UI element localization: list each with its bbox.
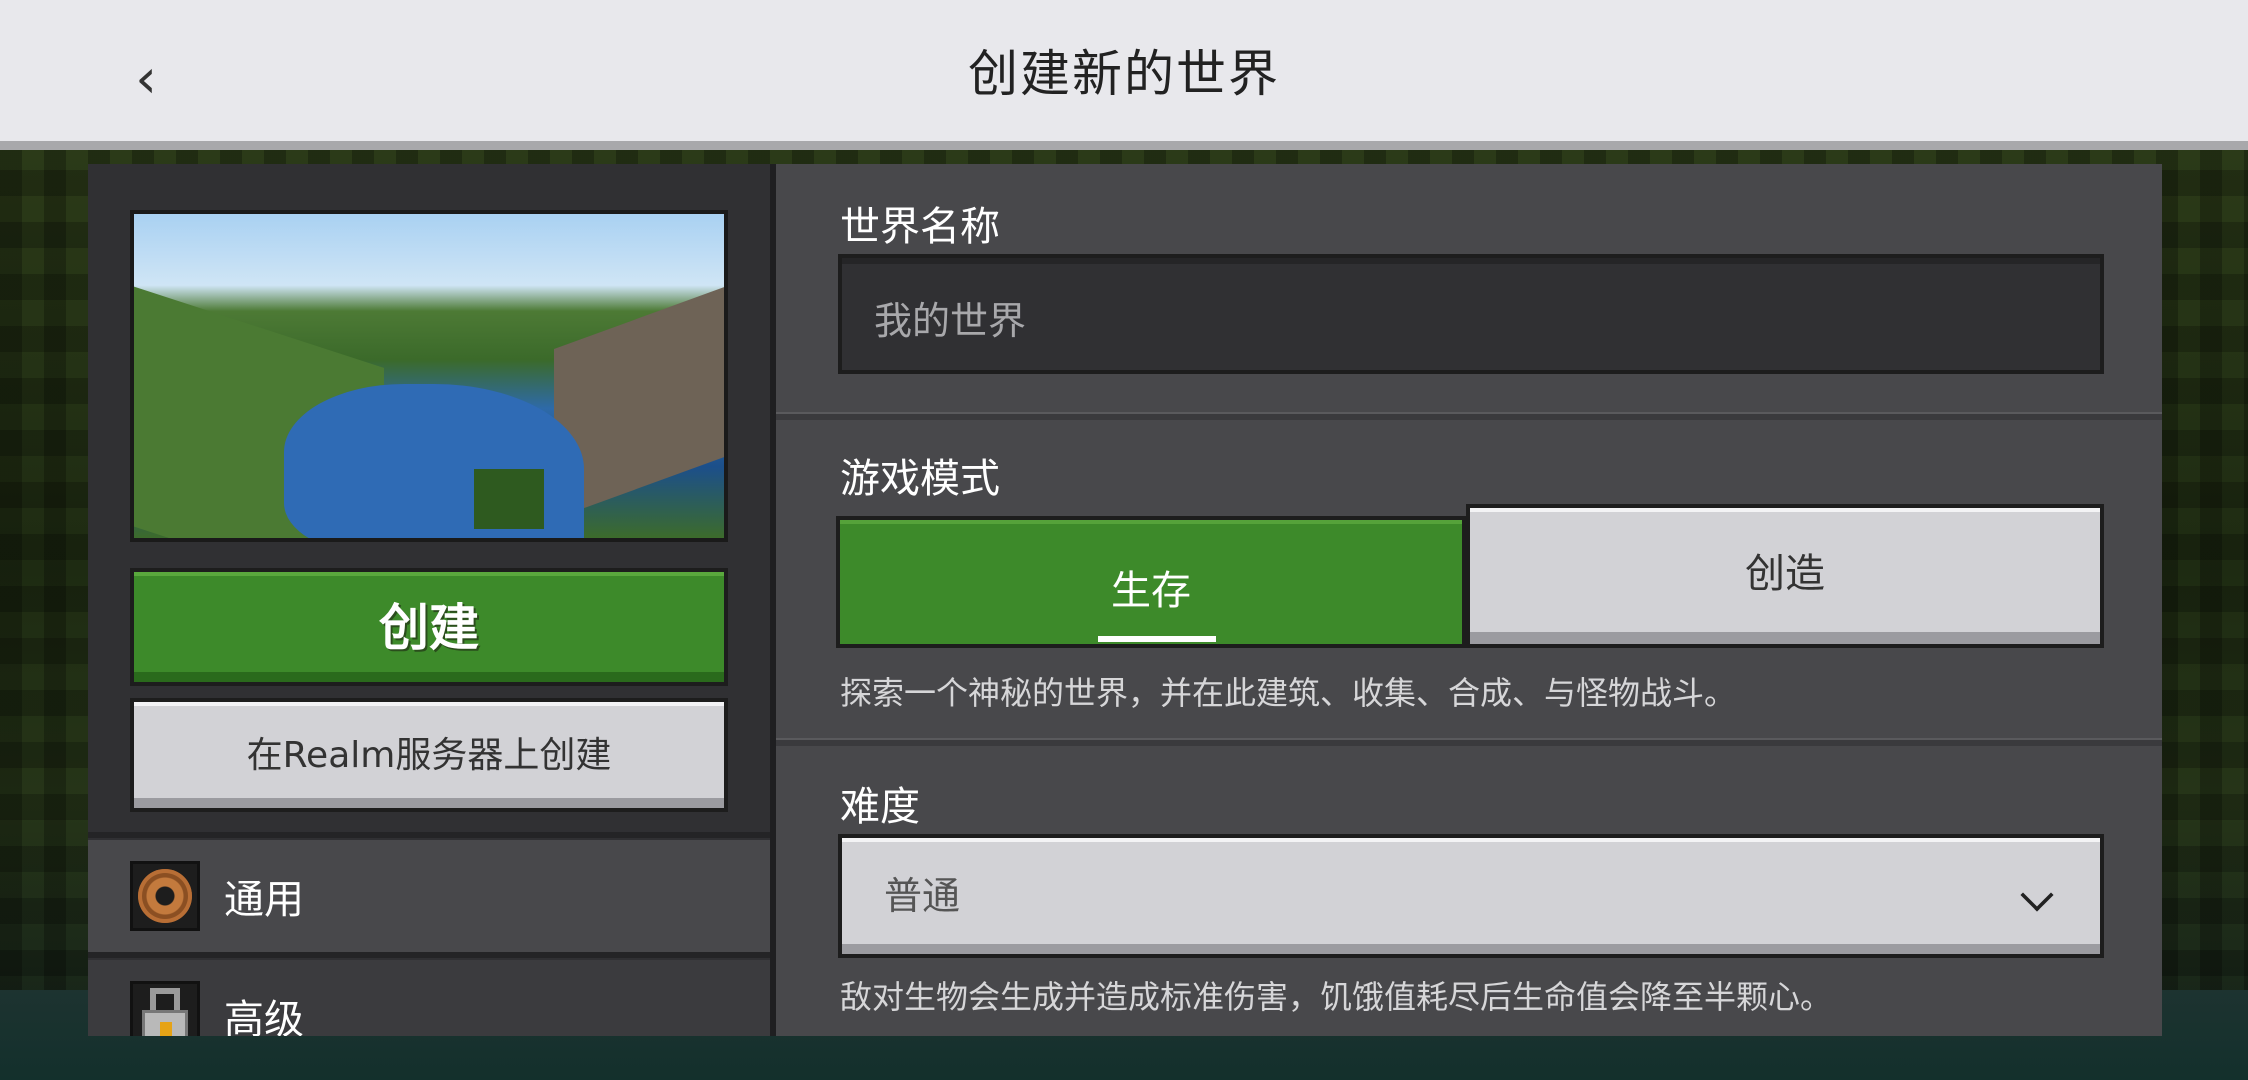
game-mode-description: 探索一个神秘的世界，并在此建筑、收集、合成、与怪物战斗。 [840,674,1737,712]
game-mode-creative-label: 创造 [1745,551,1825,597]
section-divider [776,738,2162,746]
game-mode-survival-label: 生存 [1111,568,1191,614]
selected-indicator [1098,636,1216,642]
world-name-input[interactable]: 我的世界 [838,254,2104,374]
create-on-realm-button[interactable]: 在Realm服务器上创建 [130,698,728,812]
difficulty-selected-value: 普通 [884,873,961,918]
game-mode-survival-button[interactable]: 生存 [836,516,1466,648]
left-panel: 创建 在Realm服务器上创建 通用 高级 [88,164,776,1036]
gear-icon [130,861,200,931]
nav-item-advanced[interactable]: 高级 [88,960,770,1036]
divider [88,952,770,958]
divider [88,832,770,838]
world-name-placeholder: 我的世界 [874,298,1027,343]
world-preview-image [130,210,728,542]
game-mode-creative-button[interactable]: 创造 [1466,504,2104,648]
world-name-label: 世界名称 [840,204,1000,250]
nav-item-label: 高级 [224,997,304,1036]
lock-icon [130,981,200,1036]
game-mode-label: 游戏模式 [840,456,1000,502]
nav-item-general[interactable]: 通用 [88,840,770,952]
nav-item-label: 通用 [224,877,304,923]
create-button[interactable]: 创建 [130,568,728,686]
settings-panel: 世界名称 我的世界 游戏模式 生存 创造 探索一个神秘的世界，并在此建筑、收集、… [776,164,2162,1036]
difficulty-description: 敌对生物会生成并造成标准伤害，饥饿值耗尽后生命值会降至半颗心。 [840,978,1833,1016]
chevron-down-icon [2020,878,2054,912]
difficulty-dropdown[interactable]: 普通 [838,834,2104,958]
page-title: 创建新的世界 [968,45,1280,103]
difficulty-label: 难度 [840,784,920,830]
section-divider [776,412,2162,420]
top-bar: ‹ 创建新的世界 [0,0,2248,150]
